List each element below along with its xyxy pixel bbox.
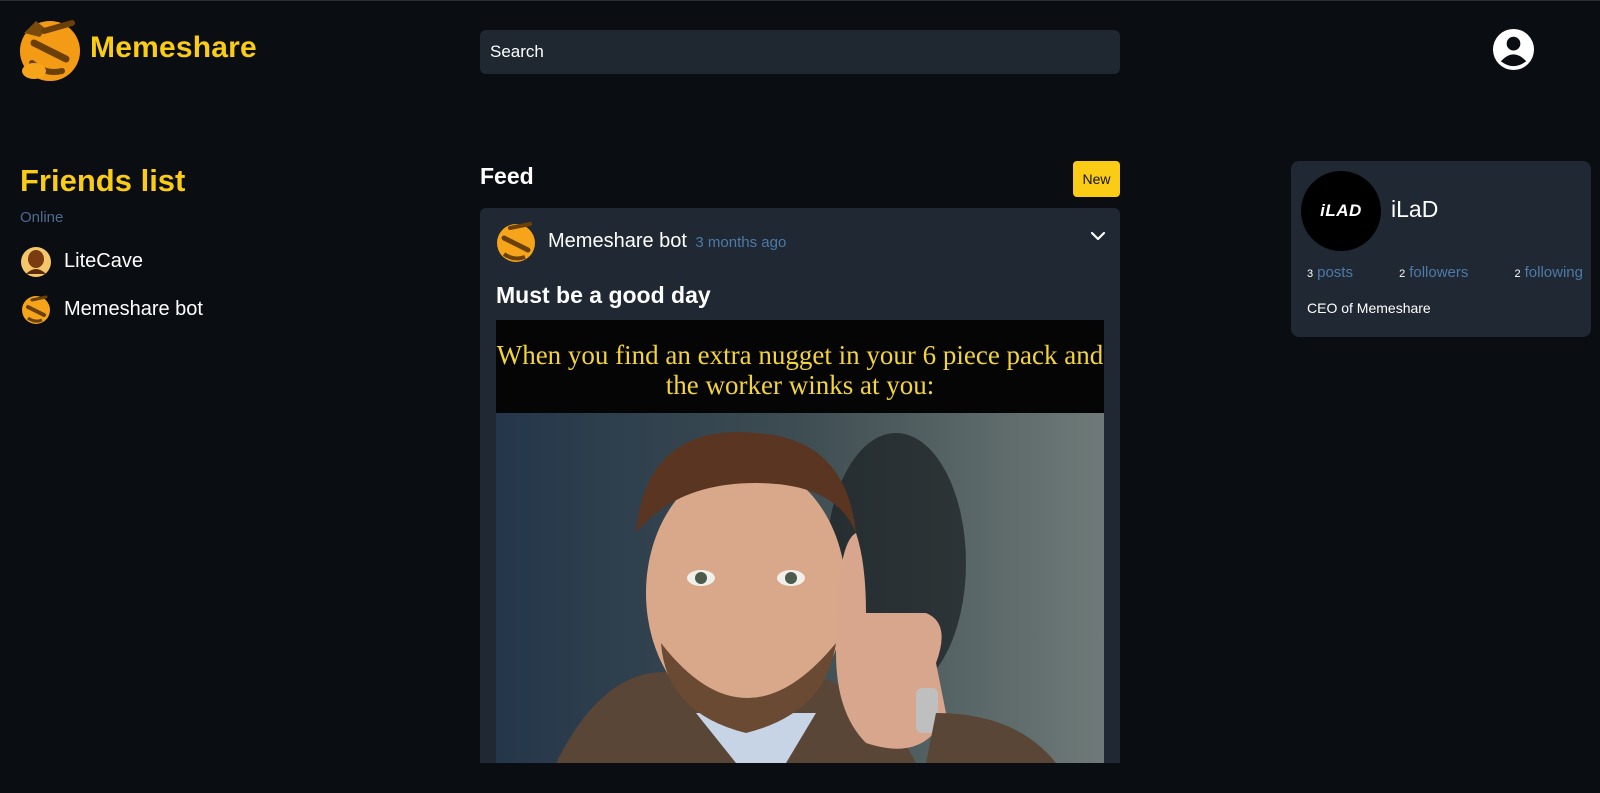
stat-posts[interactable]: 3 posts — [1307, 264, 1353, 281]
profile-bio: CEO of Memeshare — [1307, 300, 1431, 316]
friend-name: Memeshare bot — [64, 297, 203, 320]
meme-image[interactable]: When you find an extra nugget in your 6 … — [496, 320, 1104, 763]
profile-username[interactable]: iLaD — [1391, 196, 1438, 223]
app-name: Memeshare — [90, 31, 257, 64]
meme-caption: When you find an extra nugget in your 6 … — [496, 320, 1104, 413]
thinking-face-avatar-icon — [22, 295, 50, 324]
thinking-face-avatar-icon[interactable] — [494, 218, 538, 264]
profile-stats: 3 posts 2 followers 2 following — [1307, 264, 1583, 281]
profile-avatar[interactable]: iLAD — [1301, 171, 1381, 251]
post-card: Memeshare bot 3 months ago Must be a goo… — [480, 208, 1120, 763]
post-header: Memeshare bot 3 months ago — [494, 218, 786, 264]
post-title: Must be a good day — [496, 282, 711, 308]
friend-item-litecave[interactable]: LiteCave — [20, 244, 203, 278]
chevron-down-icon[interactable] — [1090, 230, 1106, 242]
new-post-button[interactable]: New — [1073, 161, 1120, 197]
online-label: Online — [20, 209, 64, 226]
post-time: 3 months ago — [695, 233, 787, 251]
user-circle-icon[interactable] — [1492, 28, 1535, 71]
meme-photo — [496, 413, 1104, 763]
stat-following[interactable]: 2 following — [1514, 264, 1583, 281]
friend-name: LiteCave — [64, 249, 143, 272]
litecave-avatar-icon — [21, 247, 51, 277]
friends-title: Friends list — [20, 163, 186, 198]
search-input[interactable] — [480, 30, 1120, 74]
thinking-face-logo-icon — [20, 20, 80, 81]
avatar-text: iLAD — [1320, 201, 1362, 220]
logo[interactable]: Memeshare — [16, 13, 257, 83]
friends-panel: Friends list Online LiteCave Memeshare b… — [20, 163, 203, 326]
friend-item-memeshare-bot[interactable]: Memeshare bot — [20, 292, 203, 326]
profile-card: iLAD iLaD 3 posts 2 followers 2 following C… — [1291, 161, 1591, 337]
feed-title: Feed — [480, 163, 534, 189]
post-author[interactable]: Memeshare bot — [548, 230, 687, 252]
stat-followers[interactable]: 2 followers — [1399, 264, 1468, 281]
